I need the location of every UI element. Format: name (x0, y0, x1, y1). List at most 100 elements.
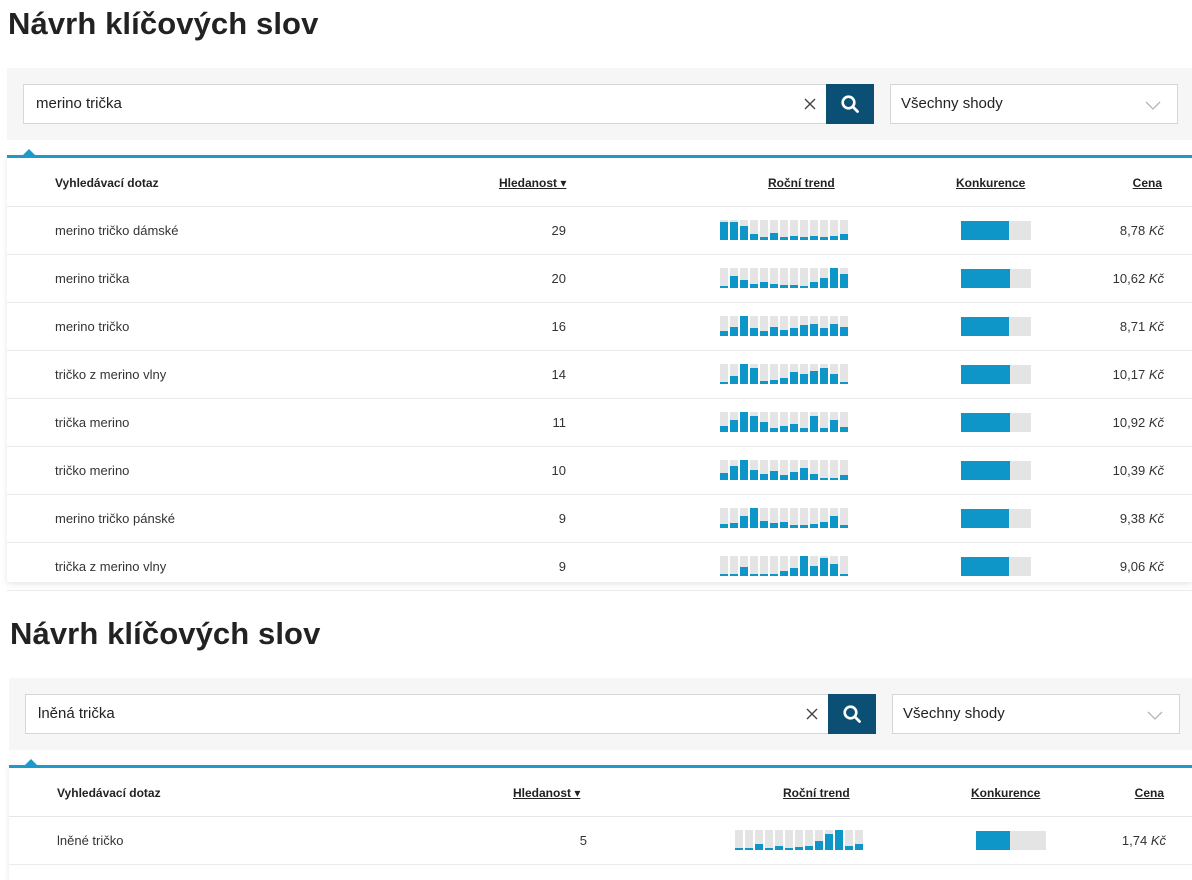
trend-bar (840, 220, 848, 240)
trend-bar-fill (730, 466, 738, 480)
competition-bar-fill (961, 269, 1010, 288)
trend-bar-fill (740, 516, 748, 528)
trend-bar (810, 556, 818, 576)
trend-bar-fill (750, 328, 758, 336)
table-row[interactable]: lněné tričko 5 1,74 Kč (9, 817, 1192, 865)
trend-bar (820, 556, 828, 576)
trend-bar (770, 508, 778, 528)
trend-bar (740, 508, 748, 528)
competition-bar-fill (961, 509, 1009, 528)
chevron-down-icon (1145, 101, 1161, 110)
trend-bar-fill (815, 841, 823, 850)
trend-bar-fill (730, 222, 738, 240)
trend-bar (790, 364, 798, 384)
page-title: Návrh klíčových slov (8, 6, 319, 41)
trend-bar (790, 556, 798, 576)
match-type-value: Všechny shody (901, 95, 1003, 112)
trend-bar-fill (840, 427, 848, 432)
search-input[interactable]: lněná trička (25, 694, 829, 734)
price-currency: Kč (1150, 833, 1166, 848)
trend-bar-fill (770, 284, 778, 288)
search-input-value[interactable]: merino trička (36, 85, 122, 123)
trend-bar (745, 830, 753, 850)
header-query: Vyhledávací dotaz (55, 176, 159, 190)
header-trend[interactable]: Roční trend (768, 176, 835, 190)
trend-bar (730, 220, 738, 240)
trend-bar-fill (790, 472, 798, 480)
trend-bar-fill (840, 327, 848, 336)
trend-bar (760, 220, 768, 240)
trend-bar (830, 460, 838, 480)
trend-bar (720, 364, 728, 384)
price-value: 10,92 (1112, 415, 1146, 430)
trend-bar (830, 268, 838, 288)
trend-bar-fill (745, 848, 753, 850)
table-row[interactable]: merino tričko pánské 9 9,38 Kč (7, 495, 1192, 543)
trend-bar (750, 364, 758, 384)
trend-bar-fill (775, 846, 783, 850)
keyword-query: trička merino (55, 415, 130, 430)
trend-bar-fill (820, 278, 828, 288)
trend-bar-fill (720, 426, 728, 432)
trend-bar-fill (790, 285, 798, 288)
trend-bar (840, 460, 848, 480)
annual-trend-chart (735, 830, 863, 850)
competition-bar (976, 831, 1046, 850)
trend-bar (840, 412, 848, 432)
table-row[interactable]: tričko z merino vlny 14 10,17 Kč (7, 351, 1192, 399)
header-trend[interactable]: Roční trend (783, 786, 850, 800)
header-volume[interactable]: Hledanost ▾ (513, 786, 580, 800)
competition-bar-fill (961, 317, 1009, 336)
competition-bar (961, 509, 1031, 528)
trend-bar-fill (780, 237, 788, 240)
search-input[interactable]: merino trička (23, 84, 827, 124)
price-currency: Kč (1148, 511, 1164, 526)
price: 10,92 Kč (1113, 399, 1164, 446)
price-currency: Kč (1148, 223, 1164, 238)
annual-trend-chart (720, 220, 848, 240)
search-button[interactable] (826, 84, 874, 124)
trend-bar-fill (840, 274, 848, 288)
trend-bar (810, 316, 818, 336)
table-row[interactable]: merino trička 20 10,62 Kč (7, 255, 1192, 303)
trend-bar-fill (780, 426, 788, 432)
close-icon[interactable] (803, 705, 821, 723)
competition-bar (961, 365, 1031, 384)
trend-bar-fill (805, 846, 813, 850)
table-row[interactable]: tričko merino 10 10,39 Kč (7, 447, 1192, 495)
trend-bar (770, 268, 778, 288)
table-body: merino tričko dámské 29 8,78 Kč merino trič… (7, 207, 1192, 591)
trend-bar-fill (780, 378, 788, 384)
trend-bar (820, 508, 828, 528)
trend-bar-fill (720, 222, 728, 240)
magnifier-icon (843, 705, 861, 723)
header-competition[interactable]: Konkurence (956, 176, 1025, 190)
table-row[interactable]: merino tričko dámské 29 8,78 Kč (7, 207, 1192, 255)
trend-bar (830, 220, 838, 240)
competition-bar-fill (961, 461, 1010, 480)
price: 10,62 Kč (1113, 255, 1164, 302)
table-row[interactable]: merino tričko 16 8,71 Kč (7, 303, 1192, 351)
match-type-select[interactable]: Všechny shody (890, 84, 1178, 124)
match-type-select[interactable]: Všechny shody (892, 694, 1180, 734)
table-row[interactable]: trička merino 11 10,92 Kč (7, 399, 1192, 447)
search-volume: 29 (551, 223, 566, 238)
trend-bar-fill (770, 523, 778, 528)
close-icon[interactable] (801, 95, 819, 113)
trend-bar-fill (810, 236, 818, 240)
trend-bar-fill (830, 420, 838, 432)
search-input-value[interactable]: lněná trička (38, 695, 115, 733)
trend-bar (720, 220, 728, 240)
header-price[interactable]: Cena (1135, 786, 1164, 800)
search-volume: 9 (558, 511, 566, 526)
magnifier-icon (841, 95, 859, 113)
search-button[interactable] (828, 694, 876, 734)
trend-bar-fill (820, 328, 828, 336)
header-competition[interactable]: Konkurence (971, 786, 1040, 800)
trend-bar-fill (720, 574, 728, 576)
header-volume[interactable]: Hledanost ▾ (499, 176, 566, 190)
trend-bar-fill (790, 525, 798, 528)
header-price[interactable]: Cena (1133, 176, 1162, 190)
table-row[interactable]: trička z merino vlny 9 9,06 Kč (7, 543, 1192, 591)
keyword-table: Vyhledávací dotaz Hledanost ▾ Roční tren… (9, 759, 1192, 880)
